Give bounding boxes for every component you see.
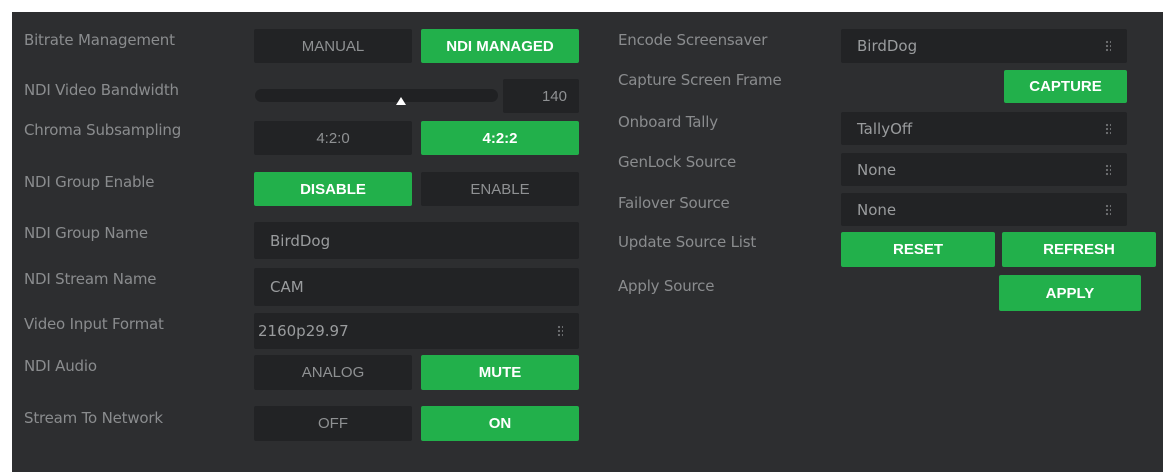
bitrate-management-label: Bitrate Management	[24, 31, 175, 49]
failover-source-select[interactable]: None	[841, 193, 1127, 226]
failover-source-label: Failover Source	[618, 194, 730, 212]
onboard-tally-label: Onboard Tally	[618, 113, 718, 131]
onboard-tally-value: TallyOff	[857, 119, 913, 138]
ndi-video-bandwidth-label: NDI Video Bandwidth	[24, 81, 179, 99]
ndi-stream-name-label: NDI Stream Name	[24, 270, 157, 288]
drag-handle-icon	[1105, 40, 1111, 52]
chroma-422-button[interactable]: 4:2:2	[421, 121, 579, 155]
video-input-format-select[interactable]: 2160p29.97	[254, 313, 579, 349]
ndi-audio-label: NDI Audio	[24, 357, 97, 375]
bandwidth-value-field[interactable]: 140	[503, 79, 579, 113]
apply-source-label: Apply Source	[618, 277, 715, 295]
capture-screen-frame-label: Capture Screen Frame	[618, 71, 782, 89]
settings-panel: Bitrate Management MANUAL NDI MANAGED ND…	[12, 12, 1163, 472]
group-name-input[interactable]: BirdDog	[254, 222, 579, 259]
apply-button[interactable]: APPLY	[999, 275, 1141, 311]
drag-handle-icon	[557, 325, 563, 337]
group-enable-button[interactable]: ENABLE	[421, 172, 579, 206]
genlock-source-value: None	[857, 160, 897, 179]
bitrate-ndi-managed-button[interactable]: NDI MANAGED	[421, 29, 579, 63]
genlock-source-label: GenLock Source	[618, 153, 737, 171]
ndi-group-enable-label: NDI Group Enable	[24, 173, 155, 191]
encode-screensaver-label: Encode Screensaver	[618, 31, 768, 49]
stream-name-input[interactable]: CAM	[254, 268, 579, 306]
audio-analog-button[interactable]: ANALOG	[254, 355, 412, 390]
genlock-source-select[interactable]: None	[841, 153, 1127, 186]
video-input-format-value: 2160p29.97	[258, 322, 349, 340]
failover-source-value: None	[857, 200, 897, 219]
stream-on-button[interactable]: ON	[421, 406, 579, 441]
drag-handle-icon	[1105, 163, 1111, 176]
stream-off-button[interactable]: OFF	[254, 406, 412, 441]
bandwidth-slider-track[interactable]	[255, 89, 498, 102]
bandwidth-slider-thumb[interactable]	[395, 97, 406, 105]
onboard-tally-select[interactable]: TallyOff	[841, 112, 1127, 145]
chroma-420-button[interactable]: 4:2:0	[254, 121, 412, 155]
group-disable-button[interactable]: DISABLE	[254, 172, 412, 206]
drag-handle-icon	[1105, 122, 1111, 135]
ndi-group-name-label: NDI Group Name	[24, 224, 148, 242]
capture-button[interactable]: CAPTURE	[1004, 70, 1127, 103]
chroma-subsampling-label: Chroma Subsampling	[24, 121, 182, 139]
drag-handle-icon	[1105, 203, 1111, 216]
refresh-button[interactable]: REFRESH	[1002, 232, 1156, 267]
reset-button[interactable]: RESET	[841, 232, 995, 267]
encode-screensaver-value: BirdDog	[857, 37, 918, 55]
encode-screensaver-select[interactable]: BirdDog	[841, 29, 1127, 63]
update-source-list-label: Update Source List	[618, 233, 756, 251]
video-input-format-label: Video Input Format	[24, 315, 164, 333]
stream-to-network-label: Stream To Network	[24, 409, 163, 427]
audio-mute-button[interactable]: MUTE	[421, 355, 579, 390]
bitrate-manual-button[interactable]: MANUAL	[254, 29, 412, 63]
